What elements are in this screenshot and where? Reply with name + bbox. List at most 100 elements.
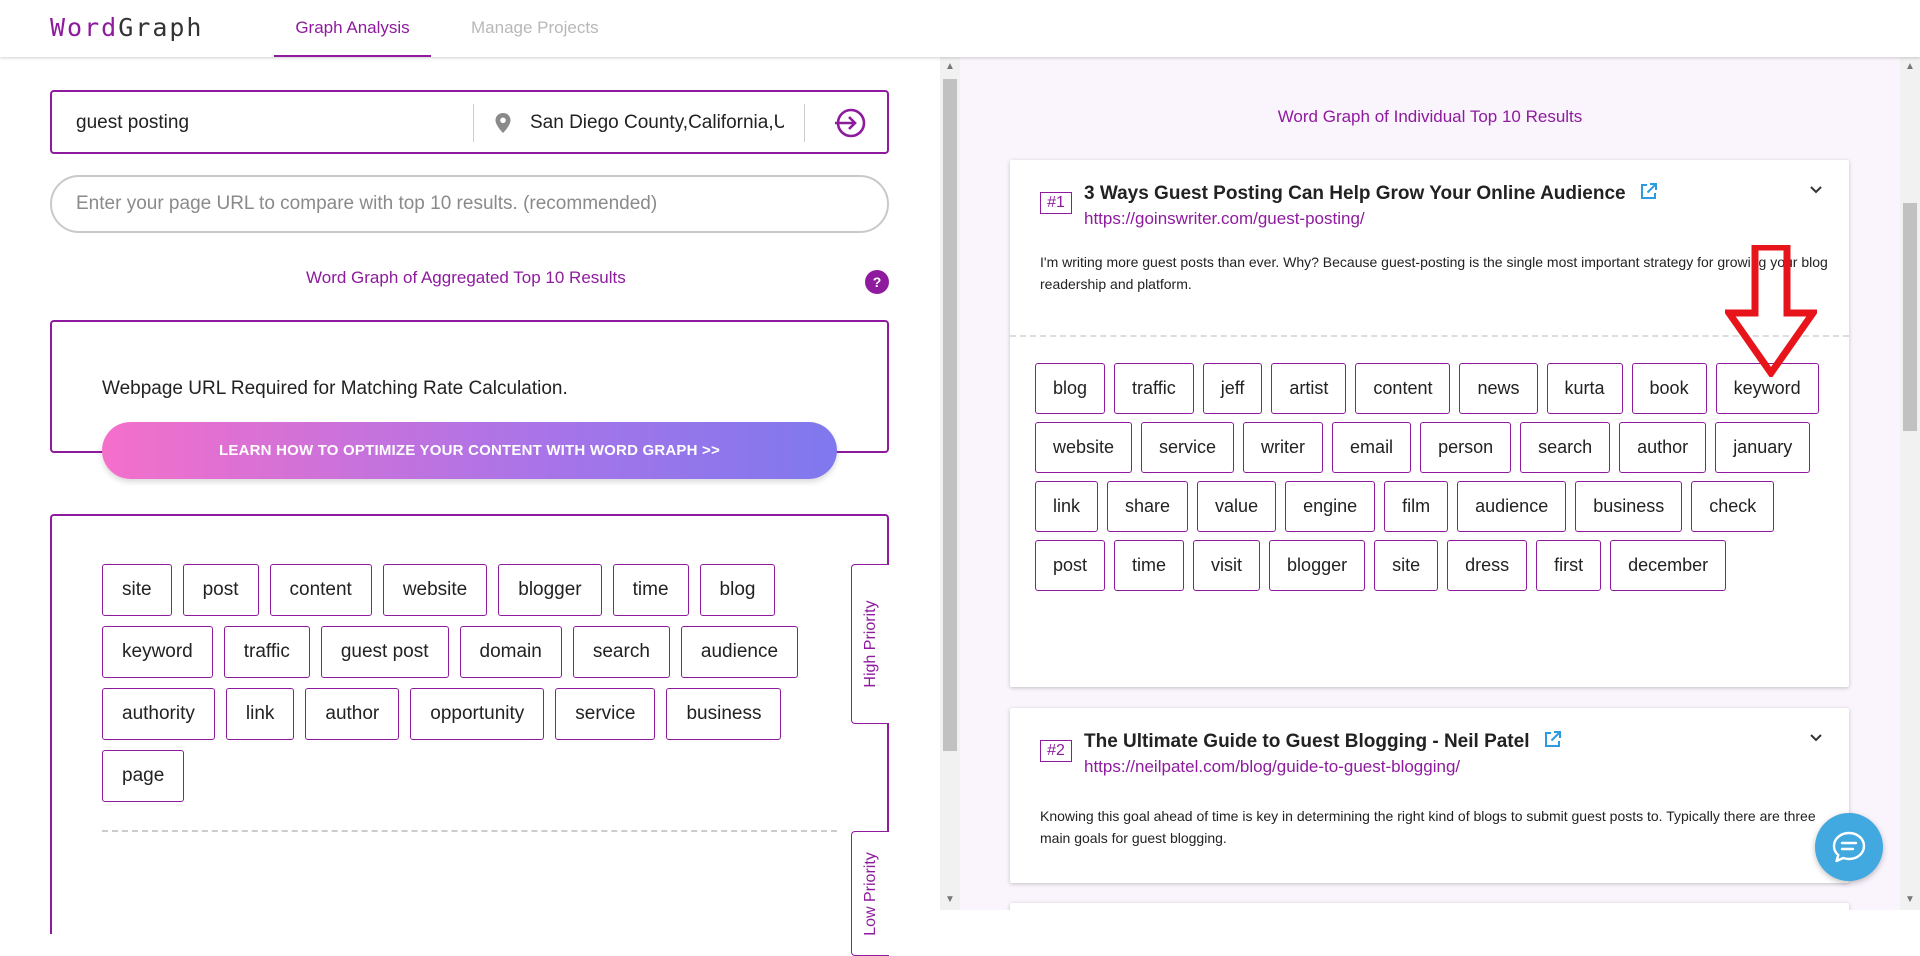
keyword-input[interactable]: guest posting [76, 112, 189, 134]
word-tag[interactable]: share [1107, 481, 1189, 532]
scrollbar-thumb[interactable] [1903, 203, 1917, 431]
location-input[interactable]: San Diego County,California,United State… [530, 112, 784, 134]
word-tag[interactable]: january [1715, 422, 1811, 473]
result-title-row: 3 Ways Guest Posting Can Help Grow Your … [1084, 182, 1658, 205]
individual-title: Word Graph of Individual Top 10 Results [1277, 107, 1583, 126]
scroll-up-arrow-icon[interactable]: ▲ [1904, 61, 1916, 73]
word-tag[interactable]: jeff [1202, 363, 1263, 414]
keyword-search-bar: guest posting San Diego County,Californi… [50, 90, 889, 154]
red-down-arrow-icon [1725, 245, 1817, 377]
divider [473, 104, 474, 142]
word-tag[interactable]: email [1332, 422, 1412, 473]
word-tag[interactable]: news [1459, 363, 1538, 414]
external-link-icon[interactable] [1543, 730, 1562, 749]
app-header: WordGraph Graph Analysis Manage Projects [0, 0, 1920, 57]
word-tag[interactable]: kurta [1546, 363, 1623, 414]
word-tag[interactable]: traffic [223, 626, 310, 678]
word-tag[interactable]: blog [1035, 363, 1106, 414]
result-title[interactable]: 3 Ways Guest Posting Can Help Grow Your … [1084, 183, 1626, 204]
word-tag[interactable]: visit [1193, 540, 1261, 591]
word-tag[interactable]: link [1035, 481, 1099, 532]
wordgraph-logo[interactable]: WordGraph [50, 13, 203, 42]
word-tag[interactable]: blogger [1269, 540, 1366, 591]
aggregated-title: Word Graph of Aggregated Top 10 Results [306, 268, 626, 287]
word-tag[interactable]: service [1141, 422, 1235, 473]
help-icon[interactable]: ? [865, 270, 889, 294]
word-tag[interactable]: post [1035, 540, 1106, 591]
result-snippet: Knowing this goal ahead of time is key i… [1040, 808, 1816, 846]
word-tag[interactable]: time [1114, 540, 1185, 591]
result-tag-list: blog traffic jeff artist content news ku… [1035, 363, 1825, 591]
submit-arrow-icon[interactable] [833, 107, 867, 139]
result-url[interactable]: https://goinswriter.com/guest-posting/ [1084, 209, 1365, 229]
result-snippet: I'm writing more guest posts than ever. … [1040, 254, 1828, 292]
word-tag[interactable]: value [1197, 481, 1277, 532]
external-link-icon[interactable] [1639, 182, 1658, 201]
word-tag[interactable]: audience [680, 626, 799, 678]
word-tag[interactable]: site [1374, 540, 1439, 591]
page-url-input[interactable] [50, 175, 889, 233]
word-tag[interactable]: business [666, 688, 782, 740]
word-tag[interactable]: first [1536, 540, 1602, 591]
chevron-down-icon[interactable] [1808, 730, 1824, 746]
scroll-up-arrow-icon[interactable]: ▲ [944, 61, 956, 73]
chevron-down-icon[interactable] [1808, 182, 1824, 198]
word-tag[interactable]: website [382, 564, 488, 616]
word-tag[interactable]: author [1619, 422, 1707, 473]
word-tag[interactable]: check [1691, 481, 1775, 532]
tab-graph-analysis[interactable]: Graph Analysis [274, 18, 431, 57]
word-tag[interactable]: post [182, 564, 259, 616]
chat-bubble-icon [1832, 831, 1866, 863]
word-tag[interactable]: keyword [102, 626, 213, 678]
scroll-down-arrow-icon[interactable]: ▼ [944, 894, 956, 906]
word-tag[interactable]: link [225, 688, 295, 740]
word-tag[interactable]: traffic [1114, 363, 1194, 414]
low-priority-label: Low Priority [851, 831, 889, 956]
left-scrollbar[interactable]: ▲ ▼ [940, 57, 960, 910]
word-tag[interactable]: film [1384, 481, 1449, 532]
aggregated-word-graph: site post content website blogger time b… [50, 514, 889, 956]
word-tag[interactable]: service [555, 688, 656, 740]
result-title-row: The Ultimate Guide to Guest Blogging - N… [1084, 730, 1562, 753]
word-tag[interactable]: guest post [320, 626, 449, 678]
divider [804, 104, 805, 142]
word-tag[interactable]: search [572, 626, 670, 678]
word-tag[interactable]: content [1355, 363, 1451, 414]
word-tag[interactable]: december [1610, 540, 1727, 591]
location-pin-icon [495, 113, 511, 133]
rank-badge: #1 [1040, 192, 1072, 214]
left-panel: guest posting San Diego County,Californi… [0, 57, 940, 956]
chat-button[interactable] [1815, 813, 1883, 881]
word-tag[interactable]: blog [699, 564, 776, 616]
word-tag[interactable]: writer [1243, 422, 1324, 473]
word-tag[interactable]: book [1631, 363, 1707, 414]
word-tag[interactable]: business [1575, 481, 1683, 532]
tab-manage-projects[interactable]: Manage Projects [471, 18, 599, 57]
word-tag[interactable]: content [269, 564, 372, 616]
word-tag[interactable]: domain [459, 626, 562, 678]
result-url[interactable]: https://neilpatel.com/blog/guide-to-gues… [1084, 757, 1460, 777]
notice-message: Webpage URL Required for Matching Rate C… [102, 378, 568, 399]
scrollbar-thumb[interactable] [943, 79, 957, 751]
word-tag[interactable]: search [1520, 422, 1611, 473]
word-tag[interactable]: authority [102, 688, 215, 740]
word-tag[interactable]: audience [1457, 481, 1567, 532]
right-scrollbar[interactable]: ▲ ▼ [1900, 57, 1920, 910]
word-tag[interactable]: blogger [498, 564, 602, 616]
word-tag[interactable]: dress [1447, 540, 1528, 591]
word-tag[interactable]: opportunity [410, 688, 545, 740]
scroll-down-arrow-icon[interactable]: ▼ [1904, 894, 1916, 906]
word-tag[interactable]: page [102, 750, 185, 802]
priority-divider [102, 830, 837, 832]
word-tag[interactable]: author [305, 688, 400, 740]
word-tag[interactable]: engine [1285, 481, 1376, 532]
word-tag[interactable]: artist [1271, 363, 1347, 414]
card-divider [1010, 335, 1849, 337]
word-tag[interactable]: website [1035, 422, 1133, 473]
result-title[interactable]: The Ultimate Guide to Guest Blogging - N… [1084, 731, 1529, 752]
learn-optimize-button[interactable]: LEARN HOW TO OPTIMIZE YOUR CONTENT WITH … [102, 422, 837, 479]
word-tag[interactable]: site [102, 564, 172, 616]
word-tag[interactable]: person [1420, 422, 1512, 473]
right-panel: Word Graph of Individual Top 10 Results … [960, 57, 1900, 910]
word-tag[interactable]: time [612, 564, 689, 616]
